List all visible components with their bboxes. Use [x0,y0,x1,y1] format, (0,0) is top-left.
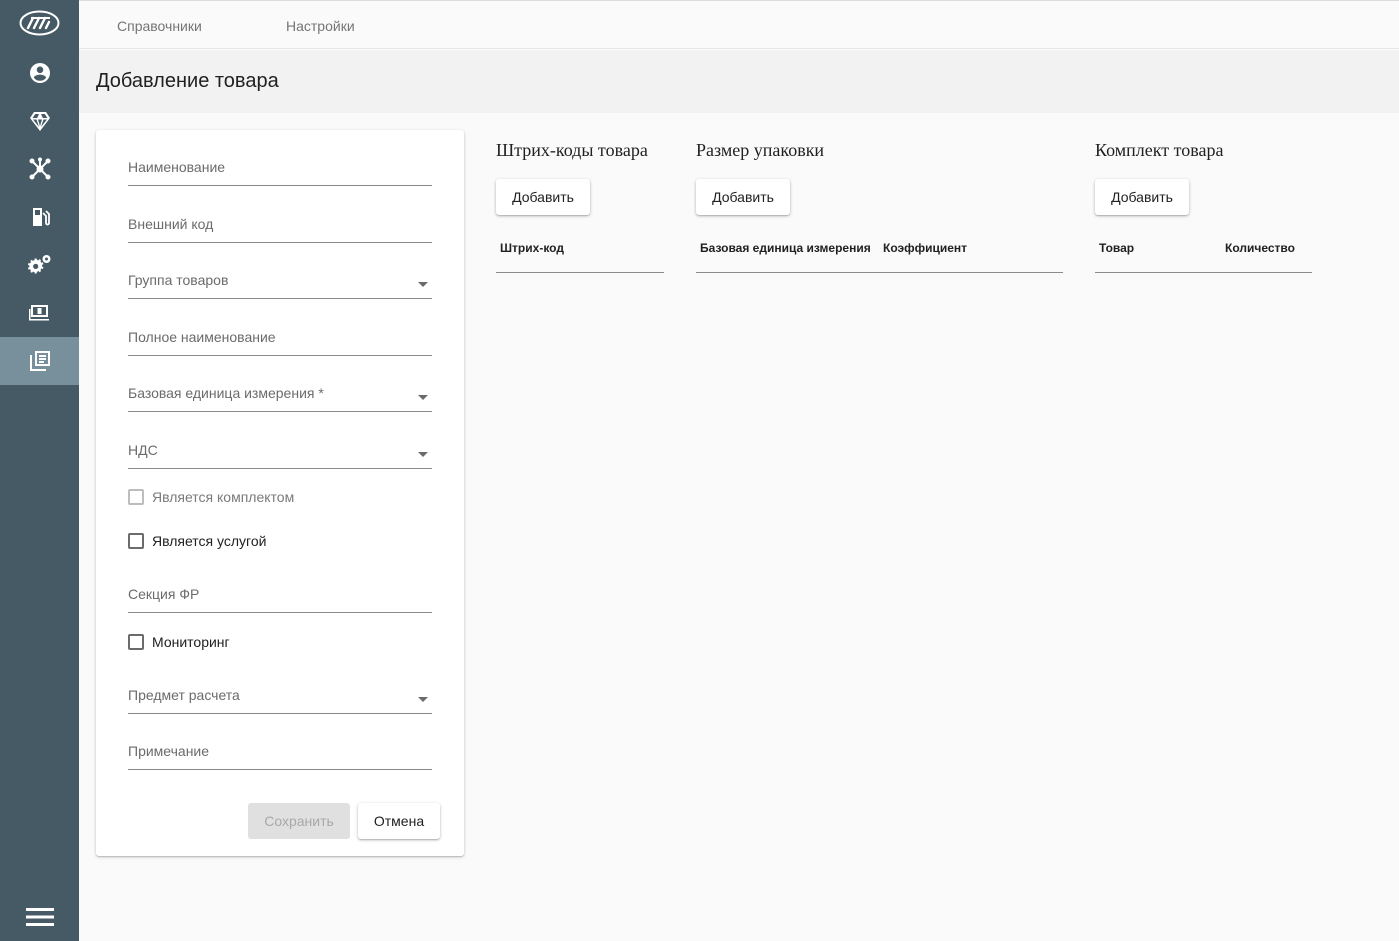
dropdown-arrow-icon [418,697,428,702]
checkbox-icon [128,489,144,505]
menu-icon [25,908,54,926]
app-logo[interactable] [19,10,60,36]
diamond-icon [29,112,50,131]
kit-title: Комплект товара [1095,140,1224,160]
kit-table-header: Товар Количество [1095,230,1312,273]
sidebar-item-fuel[interactable] [0,193,79,241]
logo-icon [19,10,60,36]
full-name-label: Полное наименование [128,329,276,345]
column-barcode[interactable]: Штрих-код [500,241,564,255]
cash-register-icon [28,305,49,321]
product-form: Наименование Внешний код Группа товаров … [96,130,464,856]
gears-icon [27,255,50,274]
top-navigation: Справочники Настройки [79,0,1399,49]
add-barcode-button[interactable]: Добавить [496,179,590,215]
checkbox-icon [128,533,144,549]
nav-directories[interactable]: Справочники [117,18,202,34]
column-base-unit[interactable]: Базовая единица измерения [700,241,871,255]
product-group-label: Группа товаров [128,272,229,288]
is-kit-label: Является комплектом [152,489,295,505]
fr-section-field[interactable]: Секция ФР [128,584,432,613]
cancel-button[interactable]: Отмена [358,803,440,839]
save-button[interactable]: Сохранить [248,803,350,839]
sidebar-menu-button[interactable] [0,894,79,940]
monitoring-checkbox[interactable]: Мониторинг [128,634,230,650]
sidebar-item-network[interactable] [0,145,79,193]
package-size-table-header: Базовая единица измерения Коэффициент [696,230,1063,273]
fr-section-label: Секция ФР [128,586,200,602]
dropdown-arrow-icon [418,395,428,400]
nav-settings[interactable]: Настройки [286,18,355,34]
note-label: Примечание [128,743,210,759]
vat-label: НДС [128,442,158,458]
checkbox-icon [128,634,144,650]
barcodes-table-header: Штрих-код [496,230,664,273]
vat-select[interactable]: НДС [128,440,432,469]
name-field[interactable]: Наименование [128,157,432,186]
network-icon [29,157,50,180]
sidebar-item-settings[interactable] [0,241,79,289]
page-header: Добавление товара [79,50,1399,113]
full-name-field[interactable]: Полное наименование [128,327,432,356]
dropdown-arrow-icon [418,452,428,457]
note-field[interactable]: Примечание [128,741,432,770]
barcodes-title: Штрих-коды товара [496,140,648,160]
column-quantity[interactable]: Количество [1225,241,1295,255]
base-unit-select[interactable]: Базовая единица измерения * [128,383,432,412]
column-coefficient[interactable]: Коэффициент [883,241,967,255]
library-books-icon [29,351,50,371]
external-code-label: Внешний код [128,216,214,232]
sidebar-item-diamond[interactable] [0,97,79,145]
sidebar-item-account[interactable] [0,49,79,97]
payment-subject-label: Предмет расчета [128,687,240,703]
product-group-select[interactable]: Группа товаров [128,270,432,299]
is-service-checkbox[interactable]: Является услугой [128,533,266,549]
add-package-size-button[interactable]: Добавить [696,179,790,215]
account-circle-icon [29,63,50,83]
sidebar-item-register[interactable] [0,289,79,337]
name-label: Наименование [128,159,226,175]
page-title: Добавление товара [96,70,279,92]
monitoring-label: Мониторинг [152,634,230,650]
is-service-label: Является услугой [152,533,267,549]
package-size-title: Размер упаковки [696,140,825,160]
column-product[interactable]: Товар [1099,241,1134,255]
payment-subject-select[interactable]: Предмет расчета [128,685,432,714]
is-kit-checkbox[interactable]: Является комплектом [128,489,294,505]
base-unit-label: Базовая единица измерения * [128,385,324,401]
dropdown-arrow-icon [418,282,428,287]
external-code-field[interactable]: Внешний код [128,214,432,243]
add-kit-item-button[interactable]: Добавить [1095,179,1189,215]
fuel-pump-icon [32,208,50,226]
sidebar-item-directories[interactable] [0,337,79,385]
sidebar [0,0,79,941]
